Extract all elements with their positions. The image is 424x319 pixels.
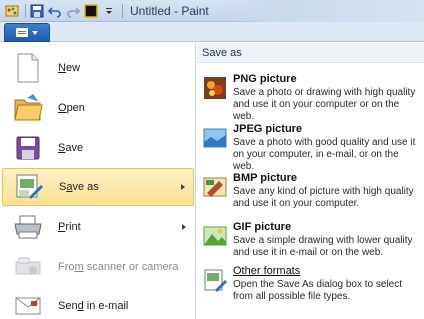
other-formats-icon <box>203 268 227 292</box>
option-title: PNG picture <box>233 73 297 85</box>
bmp-picture-icon <box>203 175 227 199</box>
redo-icon[interactable] <box>65 3 81 19</box>
application-menu: New Open Save Save as Print From scanner… <box>0 43 196 319</box>
option-title: Other formats <box>233 265 301 277</box>
email-icon <box>12 290 44 319</box>
menu-item-send-in-email[interactable]: Send in e-mail <box>2 287 194 319</box>
save-as-jpeg-option[interactable]: JPEG picture Save a photo with good qual… <box>197 121 424 172</box>
option-description: Open the Save As dialog box to select fr… <box>233 279 402 302</box>
menu-item-print[interactable]: Print <box>2 208 194 246</box>
open-folder-icon <box>12 92 44 124</box>
menu-item-label: New <box>58 62 81 74</box>
menu-item-label: Save <box>58 142 84 154</box>
chevron-down-icon <box>32 30 38 35</box>
gif-picture-icon <box>203 224 227 248</box>
customize-toolbar-dropdown-icon[interactable] <box>101 3 117 19</box>
menu-item-label: Print <box>58 221 81 233</box>
jpeg-picture-icon <box>203 126 227 150</box>
menu-item-label: Open <box>58 102 85 114</box>
menu-item-new[interactable]: New <box>2 49 194 87</box>
printer-icon <box>12 211 44 243</box>
document-icon <box>16 28 28 37</box>
option-title: JPEG picture <box>233 123 303 135</box>
ribbon-tab-bar <box>0 22 424 42</box>
title-bar: Untitled - Paint <box>0 0 424 22</box>
toolbar-separator <box>25 3 26 18</box>
save-as-png-option[interactable]: PNG picture Save a photo or drawing with… <box>197 71 424 122</box>
option-description: Save any kind of picture with high quali… <box>233 186 414 209</box>
option-description: Save a simple drawing with lower quality… <box>233 235 413 258</box>
option-description: Save a photo with good quality and use i… <box>233 137 416 172</box>
submenu-arrow-icon <box>181 184 185 190</box>
save-disk-icon <box>12 132 44 164</box>
new-document-icon <box>12 52 44 84</box>
title-bar-background <box>216 0 424 22</box>
save-as-other-formats-option[interactable]: Other formats Open the Save As dialog bo… <box>197 263 424 311</box>
save-as-panel: Save as PNG picture Save a photo or draw… <box>197 43 424 319</box>
quick-access-toolbar <box>0 0 126 22</box>
panel-title: Save as <box>202 47 242 59</box>
menu-item-label: Send in e-mail <box>58 300 129 312</box>
paint-menu-button[interactable] <box>4 23 50 42</box>
save-as-bmp-option[interactable]: BMP picture Save any kind of picture wit… <box>197 170 424 218</box>
scanner-camera-icon <box>12 251 44 283</box>
png-picture-icon <box>203 76 227 100</box>
menu-item-label: From scanner or camera <box>58 261 179 273</box>
menu-item-save[interactable]: Save <box>2 129 194 167</box>
save-as-gif-option[interactable]: GIF picture Save a simple drawing with l… <box>197 219 424 267</box>
panel-header: Save as <box>197 43 424 63</box>
undo-icon[interactable] <box>47 3 63 19</box>
option-title: BMP picture <box>233 172 297 184</box>
menu-item-save-as[interactable]: Save as <box>2 168 194 206</box>
submenu-arrow-icon <box>182 224 186 230</box>
save-icon[interactable] <box>29 3 45 19</box>
menu-item-from-scanner-or-camera[interactable]: From scanner or camera <box>2 248 194 286</box>
window-title: Untitled - Paint <box>130 3 209 18</box>
option-description: Save a photo or drawing with high qualit… <box>233 87 416 122</box>
paint-app-icon[interactable] <box>4 3 20 19</box>
option-title: GIF picture <box>233 221 292 233</box>
menu-item-open[interactable]: Open <box>2 89 194 127</box>
menu-item-label: Save as <box>59 181 99 193</box>
save-as-icon <box>13 171 45 203</box>
color-swatch-icon[interactable] <box>83 3 99 19</box>
toolbar-separator <box>122 3 123 18</box>
